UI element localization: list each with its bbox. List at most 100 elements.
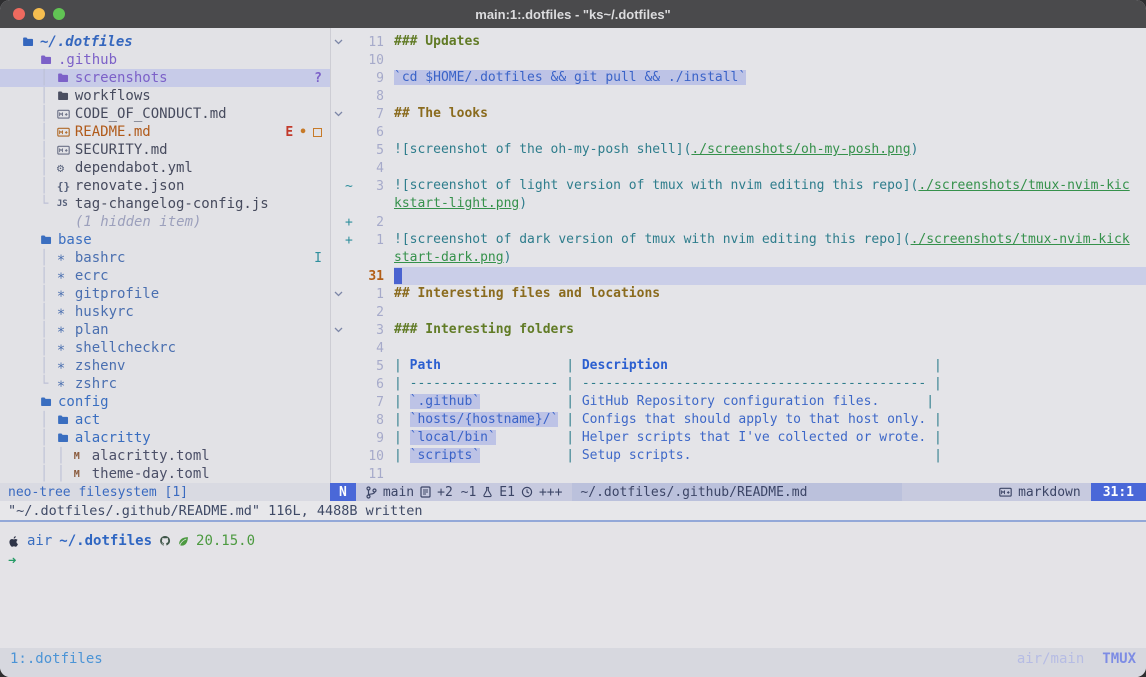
editor-line[interactable]: 4 (331, 339, 1146, 357)
editor-line[interactable]: +2 (331, 213, 1146, 231)
tree-item-base[interactable]: base (0, 231, 330, 249)
editor-line[interactable]: 8 (331, 87, 1146, 105)
tree-item-zshrc[interactable]: └ ∗zshrc (0, 375, 330, 393)
line-text: ## The looks (394, 105, 1146, 123)
tree-item--1-hidden-item-[interactable]: (1 hidden item) (0, 213, 330, 231)
editor-line[interactable]: start-dark.png) (331, 249, 1146, 267)
editor-line[interactable]: 10 (331, 51, 1146, 69)
file-icon: ∗ (57, 376, 75, 392)
statusline-extra: +++ (539, 485, 562, 500)
tree-item-label: shellcheckrc (75, 340, 176, 356)
title-bar: main:1:.dotfiles - "ks~/.dotfiles" (0, 0, 1146, 28)
editor-line[interactable]: 31 (331, 267, 1146, 285)
editor-line[interactable]: 7| `.github` | GitHub Repository configu… (331, 393, 1146, 411)
tree-item-shellcheckrc[interactable]: │ ∗shellcheckrc (0, 339, 330, 357)
line-text (394, 303, 1146, 321)
line-number: 7 (358, 107, 384, 122)
editor-buffer[interactable]: 11### Updates109`cd $HOME/.dotfiles && g… (330, 28, 1146, 483)
line-text (394, 123, 1146, 141)
unstaged-badge (313, 128, 322, 137)
line-number: 3 (358, 179, 384, 194)
tree-item-screenshots[interactable]: │ screenshots? (0, 69, 330, 87)
tree-item-bashrc[interactable]: │ ∗bashrcI (0, 249, 330, 267)
tree-item-act[interactable]: │ act (0, 411, 330, 429)
folder-icon (57, 72, 75, 84)
fold-column[interactable] (331, 291, 345, 297)
statusline-filepath: ~/.dotfiles/.github/README.md (572, 483, 902, 501)
tmux-window-tab[interactable]: 1:.dotfiles (10, 651, 103, 667)
cursor-position-badge: 31:1 (1091, 483, 1146, 501)
editor-line[interactable]: 5| Path | Description | (331, 357, 1146, 375)
line-number: 8 (358, 413, 384, 428)
editor-line[interactable]: 8| `hosts/{hostname}/` | Configs that sh… (331, 411, 1146, 429)
tree-item-workflows[interactable]: │ workflows (0, 87, 330, 105)
folder-icon (57, 414, 75, 426)
tree-item-readme-md[interactable]: │ README.mdE• (0, 123, 330, 141)
editor-line[interactable]: ~3![screenshot of light version of tmux … (331, 177, 1146, 195)
editor-line[interactable]: 6 (331, 123, 1146, 141)
tree-item-label: ~/.dotfiles (40, 34, 133, 50)
shell-prompt: air~/.dotfiles20.15.0 (8, 532, 1146, 550)
line-number: 2 (358, 215, 384, 230)
editor-line[interactable]: kstart-light.png) (331, 195, 1146, 213)
editor-line[interactable]: 6| ------------------- | ---------------… (331, 375, 1146, 393)
prompt-host: air (27, 533, 52, 549)
editor-line[interactable]: 5![screenshot of the oh-my-posh shell](.… (331, 141, 1146, 159)
tree-item-ecrc[interactable]: │ ∗ecrc (0, 267, 330, 285)
tree-item-tag-changelog-config-js[interactable]: └ JStag-changelog-config.js (0, 195, 330, 213)
editor-line[interactable]: 9`cd $HOME/.dotfiles && git pull && ./in… (331, 69, 1146, 87)
editor-line[interactable]: 11### Updates (331, 33, 1146, 51)
editor-line[interactable]: 11 (331, 465, 1146, 483)
tree-item-security-md[interactable]: │ SECURITY.md (0, 141, 330, 159)
editor-line[interactable]: 2 (331, 303, 1146, 321)
tree-item-gitprofile[interactable]: │ ∗gitprofile (0, 285, 330, 303)
line-text: | ------------------- | ----------------… (394, 375, 1146, 393)
node-icon (178, 536, 189, 547)
statusline: N main+2 ~1E1+++ ~/.dotfiles/.github/REA… (330, 483, 1146, 501)
editor-line[interactable]: 10| `scripts` | Setup scripts. | (331, 447, 1146, 465)
indent-guide: │ (40, 322, 57, 338)
editor-line[interactable]: 9| `local/bin` | Helper scripts that I'v… (331, 429, 1146, 447)
tmux-session-name: air/main (1017, 651, 1084, 667)
tree-item-alacritty-toml[interactable]: │ │ Malacritty.toml (0, 447, 330, 465)
statusline-left: main+2 ~1E1+++ (356, 483, 573, 501)
tree-item-zshenv[interactable]: │ ∗zshenv (0, 357, 330, 375)
vim-command-line[interactable]: "~/.dotfiles/.github/README.md" 116L, 44… (0, 501, 1146, 520)
tree-item-huskyrc[interactable]: │ ∗huskyrc (0, 303, 330, 321)
fold-column[interactable] (331, 39, 345, 45)
status-strip: neo-tree filesystem [1] N main+2 ~1E1+++… (0, 483, 1146, 501)
file-icon: ∗ (57, 340, 75, 356)
line-text: | `.github` | GitHub Repository configur… (394, 393, 1146, 411)
line-text (394, 87, 1146, 105)
diagnostics: E1 (499, 485, 515, 500)
neo-tree-sidebar[interactable]: ~/.dotfiles.github│ screenshots?│ workfl… (0, 28, 330, 483)
tree-item-renovate-json[interactable]: │ {}renovate.json (0, 177, 330, 195)
tree-item-config[interactable]: config (0, 393, 330, 411)
file-icon: ∗ (57, 322, 75, 338)
tree-item-alacritty[interactable]: │ alacritty (0, 429, 330, 447)
tree-item--github[interactable]: .github (0, 51, 330, 69)
editor-line[interactable]: 3### Interesting folders (331, 321, 1146, 339)
indent-guide: │ (40, 250, 57, 266)
github-icon (159, 535, 171, 547)
indent-guide: │ (40, 178, 57, 194)
line-text (394, 267, 1146, 285)
tree-item-plan[interactable]: │ ∗plan (0, 321, 330, 339)
line-number: 2 (358, 305, 384, 320)
line-text: start-dark.png) (394, 249, 1146, 267)
tree-item-dependabot-yml[interactable]: │ ⚙dependabot.yml (0, 159, 330, 177)
editor-line[interactable]: 4 (331, 159, 1146, 177)
line-text (394, 465, 1146, 483)
fold-column[interactable] (331, 111, 345, 117)
sign-column: + (345, 215, 358, 230)
tree-item--dotfiles[interactable]: ~/.dotfiles (0, 33, 330, 51)
tree-item-theme-day-toml[interactable]: │ │ Mtheme-day.toml (0, 465, 330, 483)
editor-line[interactable]: 1## Interesting files and locations (331, 285, 1146, 303)
prompt-arrow: ➜ (8, 553, 1146, 571)
editor-line[interactable]: 7 ## The looks (331, 105, 1146, 123)
tree-item-code-of-conduct-md[interactable]: │ CODE_OF_CONDUCT.md (0, 105, 330, 123)
editor-line[interactable]: +1![screenshot of dark version of tmux w… (331, 231, 1146, 249)
fold-column[interactable] (331, 327, 345, 333)
tmux-bottom-pane[interactable]: air~/.dotfiles20.15.0 ➜ (0, 520, 1146, 648)
line-text (394, 159, 1146, 177)
